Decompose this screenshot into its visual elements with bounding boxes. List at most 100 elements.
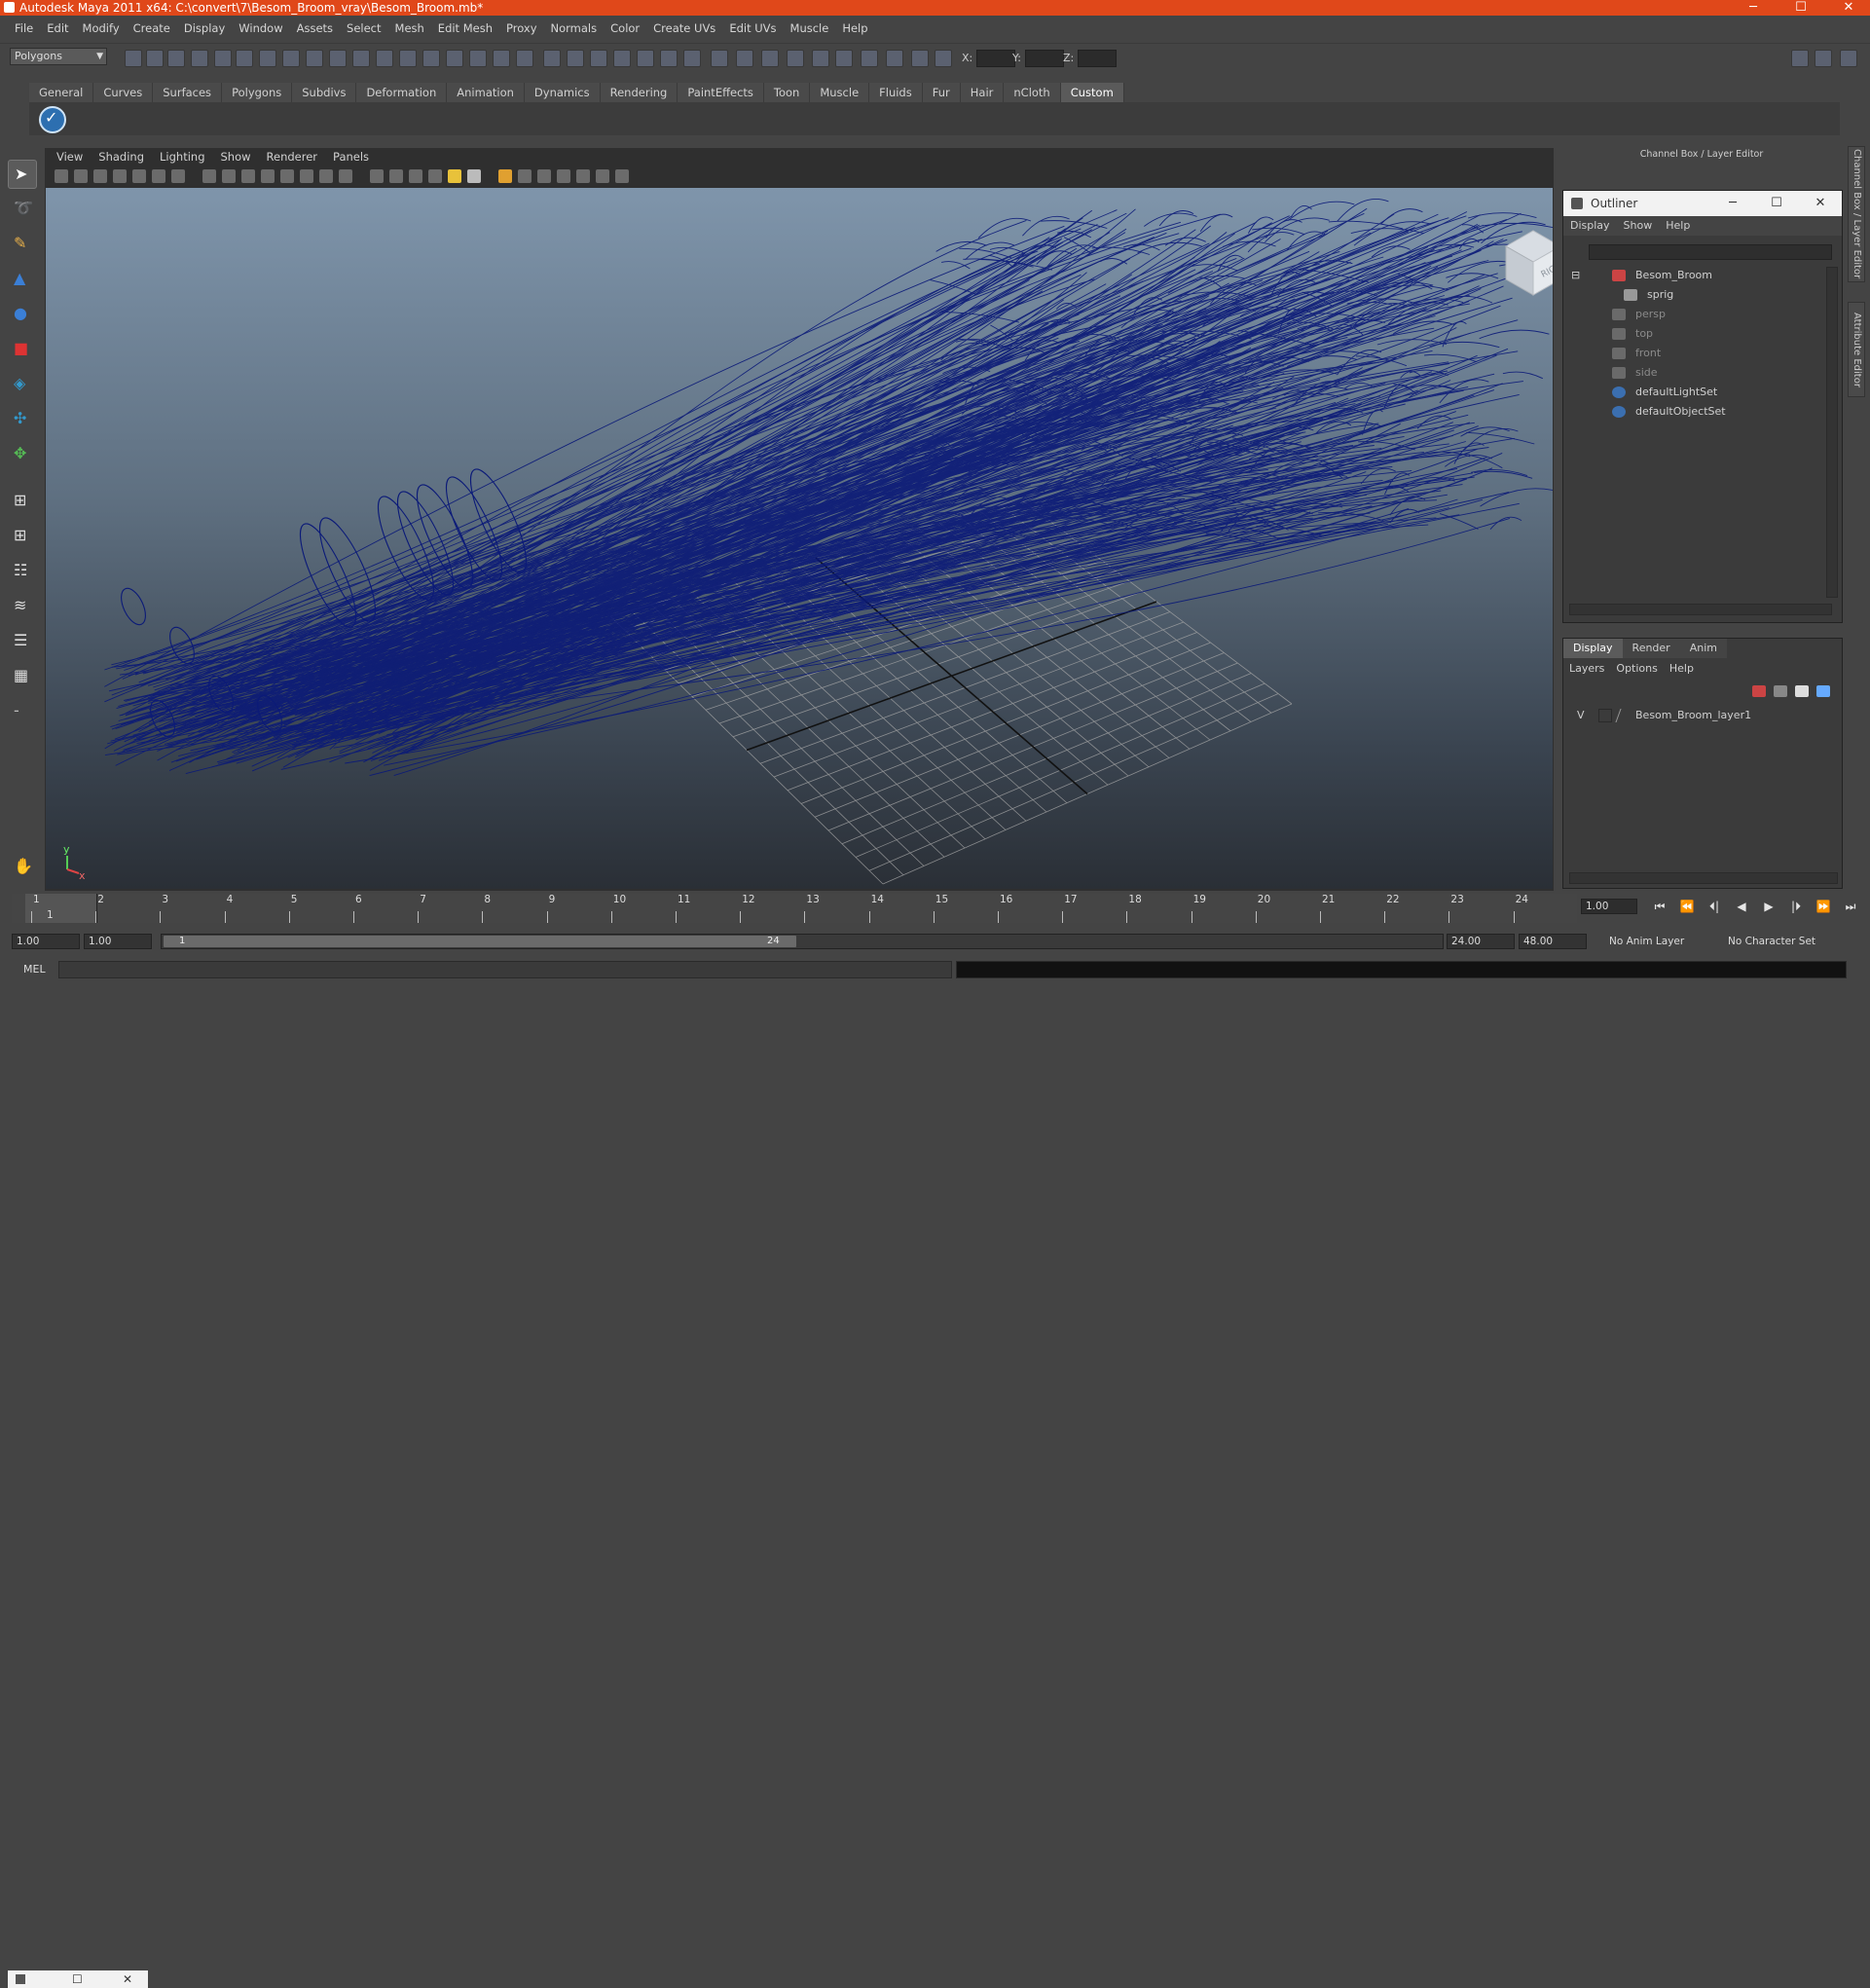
status-tool-button[interactable] — [812, 50, 829, 67]
paint-select-tool-button[interactable]: ✎ — [8, 230, 37, 259]
status-tool-button[interactable] — [911, 50, 929, 67]
layer-tab-render[interactable]: Render — [1622, 639, 1680, 658]
command-input[interactable] — [58, 961, 952, 978]
layer-visibility-toggle[interactable]: V — [1577, 707, 1585, 724]
panel-menu-show[interactable]: Show — [213, 148, 259, 166]
panel-tool-button[interactable] — [615, 169, 629, 183]
layer-playback-toggle[interactable] — [1598, 709, 1612, 722]
menu-muscle[interactable]: Muscle — [784, 19, 836, 37]
status-tool-button[interactable] — [236, 50, 253, 67]
shelf-tab-deformation[interactable]: Deformation — [356, 83, 448, 102]
panel-menu-view[interactable]: View — [49, 148, 91, 166]
shelf-tab-dynamics[interactable]: Dynamics — [524, 83, 601, 102]
panel-tool-button[interactable] — [537, 169, 551, 183]
outliner-vertical-scrollbar[interactable] — [1826, 267, 1838, 598]
menu-edit-uvs[interactable]: Edit UVs — [722, 19, 783, 37]
panel-tool-button[interactable] — [576, 169, 590, 183]
layout-four-view[interactable]: ⊞ — [8, 522, 37, 551]
outliner-item-persp[interactable]: persp — [1567, 306, 1822, 323]
outliner-close-button[interactable]: ✕ — [1801, 191, 1840, 216]
playback-button-0[interactable]: ⏮ — [1649, 900, 1670, 915]
layer-tab-display[interactable]: Display — [1563, 639, 1623, 658]
status-tool-button[interactable] — [543, 50, 561, 67]
status-tool-button[interactable] — [613, 50, 631, 67]
shelf-tab-surfaces[interactable]: Surfaces — [153, 83, 223, 102]
manipulator-tool-button[interactable]: ◈ — [8, 370, 37, 399]
panel-tool-button[interactable] — [467, 169, 481, 183]
panel-menu-panels[interactable]: Panels — [325, 148, 377, 166]
scale-tool-button[interactable]: ■ — [8, 335, 37, 364]
menu-display[interactable]: Display — [177, 19, 232, 37]
status-tool-button[interactable] — [306, 50, 323, 67]
status-tool-button[interactable] — [191, 50, 208, 67]
panel-tool-button[interactable] — [74, 169, 88, 183]
playback-button-3[interactable]: ◀ — [1731, 900, 1752, 915]
collapse-icon[interactable]: ⊟ — [1571, 267, 1580, 284]
outliner-menu-show[interactable]: Show — [1617, 216, 1660, 236]
outliner-minimize-button[interactable]: ─ — [1713, 191, 1752, 216]
new-layer-icon[interactable] — [1752, 685, 1766, 697]
shelf-checkmark-button[interactable]: ✓ — [39, 106, 66, 133]
panel-toggle-button[interactable] — [1791, 50, 1809, 67]
layer-stack-icon[interactable] — [1774, 685, 1787, 697]
shelf-tab-rendering[interactable]: Rendering — [600, 83, 678, 102]
x-input[interactable] — [976, 50, 1016, 67]
panel-tool-button[interactable] — [171, 169, 185, 183]
layout-persp-outliner[interactable]: ☷ — [8, 557, 37, 586]
range-slider[interactable]: 1 24 — [161, 934, 1444, 949]
panel-tool-button[interactable] — [93, 169, 107, 183]
minimized-restore-button[interactable]: ☐ — [72, 1970, 83, 1988]
status-tool-button[interactable] — [935, 50, 952, 67]
shelf-tab-general[interactable]: General — [29, 83, 94, 102]
status-tool-button[interactable] — [352, 50, 370, 67]
panel-tool-button[interactable] — [55, 169, 68, 183]
status-tool-button[interactable] — [683, 50, 701, 67]
status-tool-button[interactable] — [660, 50, 678, 67]
status-tool-button[interactable] — [835, 50, 853, 67]
playback-button-7[interactable]: ⏭ — [1840, 900, 1861, 915]
shelf-tab-subdivs[interactable]: Subdivs — [292, 83, 357, 102]
playback-button-2[interactable]: ⏴| — [1704, 900, 1725, 915]
panel-tool-button[interactable] — [596, 169, 609, 183]
layer-menu-help[interactable]: Help — [1664, 660, 1700, 678]
menu-edit[interactable]: Edit — [40, 19, 75, 37]
panel-tool-button[interactable] — [132, 169, 146, 183]
panel-toggle-button[interactable] — [1815, 50, 1832, 67]
z-input[interactable] — [1078, 50, 1118, 67]
menu-edit-mesh[interactable]: Edit Mesh — [431, 19, 499, 37]
status-tool-button[interactable] — [282, 50, 300, 67]
panel-tool-button[interactable] — [448, 169, 461, 183]
menu-create[interactable]: Create — [127, 19, 177, 37]
menu-set-select[interactable]: Polygons ▼ — [10, 48, 107, 65]
status-tool-button[interactable] — [886, 50, 903, 67]
status-tool-button[interactable] — [787, 50, 804, 67]
perspective-viewport[interactable]: RIGHT y x — [46, 188, 1553, 889]
time-slider[interactable]: 1 1 2 3 4 5 6 7 8 9 10 11 12 13 14 15 16 17 18 19 20 21 22 23 2… — [12, 894, 1577, 923]
y-input[interactable] — [1024, 50, 1064, 67]
panel-tool-button[interactable] — [222, 169, 236, 183]
status-tool-button[interactable] — [167, 50, 185, 67]
minimize-button[interactable]: ─ — [1734, 0, 1773, 16]
shelf-tab-muscle[interactable]: Muscle — [810, 83, 870, 102]
panel-tool-button[interactable] — [113, 169, 127, 183]
layer-menu-layers[interactable]: Layers — [1563, 660, 1610, 678]
outliner-maximize-button[interactable]: ☐ — [1757, 191, 1796, 216]
layer-tab-anim[interactable]: Anim — [1679, 639, 1727, 658]
outliner-item-defaultlightset[interactable]: defaultLightSet — [1567, 384, 1822, 401]
status-tool-button[interactable] — [214, 50, 232, 67]
minimized-close-button[interactable]: ✕ — [123, 1970, 132, 1988]
status-tool-button[interactable] — [125, 50, 142, 67]
status-tool-button[interactable] — [493, 50, 510, 67]
outliner-filter-input[interactable] — [1589, 244, 1832, 260]
playback-button-1[interactable]: ⏪ — [1676, 900, 1698, 915]
view-cube[interactable]: RIGHT — [1504, 230, 1553, 296]
layer-row[interactable]: V Besom_Broom_layer1 — [1567, 707, 1836, 724]
status-tool-button[interactable] — [567, 50, 584, 67]
menu-create-uvs[interactable]: Create UVs — [646, 19, 722, 37]
move-tool-button[interactable]: ▲ — [8, 265, 37, 294]
status-tool-button[interactable] — [590, 50, 607, 67]
panel-tool-button[interactable] — [319, 169, 333, 183]
shelf-tab-fluids[interactable]: Fluids — [869, 83, 923, 102]
panel-menu-lighting[interactable]: Lighting — [152, 148, 212, 166]
menu-help[interactable]: Help — [835, 19, 874, 37]
